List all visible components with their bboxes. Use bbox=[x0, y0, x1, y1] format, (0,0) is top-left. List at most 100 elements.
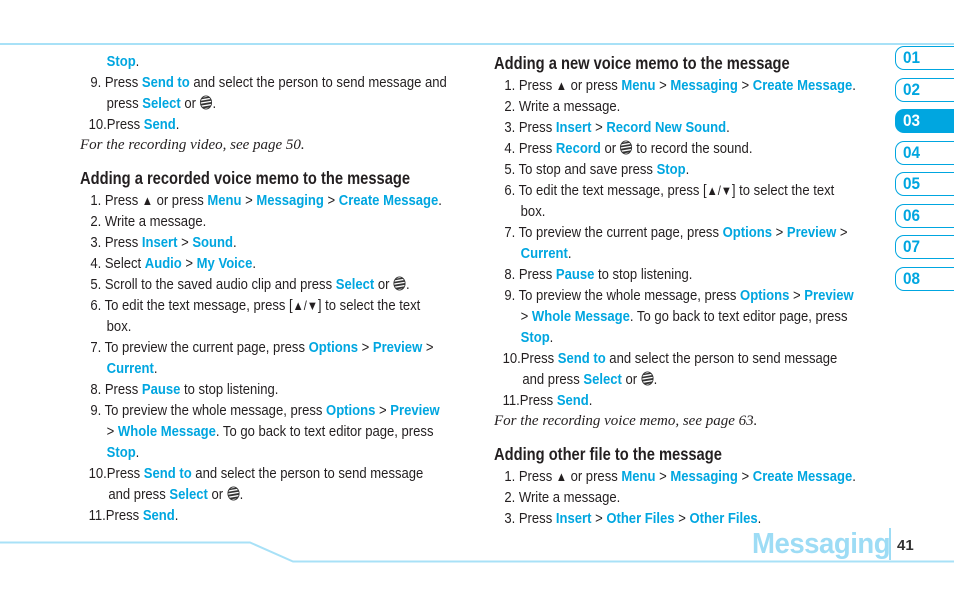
step-text: To preview the whole message, press bbox=[518, 287, 741, 304]
step-text: > bbox=[357, 339, 373, 356]
step-item: 4. Press Record or to record the sound. bbox=[494, 138, 829, 159]
chapter-tab-04[interactable]: 04 bbox=[895, 140, 954, 165]
select-key-icon bbox=[227, 486, 240, 501]
section-heading: Adding a recorded voice memo to the mess… bbox=[80, 168, 411, 188]
up-down-arrow-icon: ▲/▼ bbox=[292, 298, 318, 313]
step-number: 10. bbox=[502, 350, 521, 367]
select-key-icon bbox=[620, 140, 633, 155]
step-text: or press bbox=[566, 77, 622, 94]
step-text: Press bbox=[104, 74, 142, 91]
step-continuation: Stop. bbox=[80, 442, 424, 463]
menu-option-text: Record New Sound bbox=[606, 119, 727, 136]
menu-option-text: Select bbox=[583, 371, 622, 388]
step-item: 10.Press Send to and select the person t… bbox=[80, 463, 424, 484]
menu-option-text: Send to bbox=[143, 465, 192, 482]
step-text: ] to select the text bbox=[317, 297, 421, 314]
step-item: 10.Press Send to and select the person t… bbox=[494, 348, 838, 369]
step-text: and select the person to send message bbox=[191, 465, 424, 482]
menu-option-text: Messaging bbox=[670, 77, 738, 94]
up-arrow-icon: ▲ bbox=[141, 193, 153, 208]
step-text: Write a message. bbox=[104, 213, 207, 230]
step-text: Press bbox=[518, 77, 556, 94]
menu-option-text: Current bbox=[520, 245, 568, 262]
step-list: 1. Press ▲ or press Menu > Messaging > C… bbox=[494, 466, 884, 529]
section-heading: Adding other file to the message bbox=[494, 444, 722, 464]
chapter-tab-07[interactable]: 07 bbox=[895, 235, 954, 259]
step-number: 2. bbox=[90, 213, 105, 230]
step-text: to stop listening. bbox=[594, 266, 693, 283]
menu-option-text: Current bbox=[106, 360, 154, 377]
select-key-icon bbox=[393, 276, 406, 291]
step-continuation: box. bbox=[494, 201, 829, 222]
step-item: 1. Press ▲ or press Menu > Messaging > C… bbox=[494, 466, 856, 487]
step-item: 3. Press Insert > Record New Sound. bbox=[494, 117, 829, 138]
step-text: or bbox=[374, 276, 394, 293]
step-text: . To go back to text editor page, press bbox=[629, 308, 848, 325]
step-continuation: Current. bbox=[494, 243, 829, 264]
step-text: Scroll to the saved audio clip and press bbox=[104, 276, 336, 293]
step-continuation: and press Select or . bbox=[494, 369, 829, 390]
step-text: Press bbox=[104, 234, 142, 251]
step-continuation: and press Select or . bbox=[80, 484, 424, 505]
step-item: 6. To edit the text message, press [▲/▼]… bbox=[80, 295, 424, 316]
step-text: > bbox=[422, 339, 434, 356]
step-continuation: > Whole Message. To go back to text edit… bbox=[80, 421, 434, 442]
menu-option-text: Preview bbox=[390, 402, 440, 419]
menu-option-text: Options bbox=[722, 224, 772, 241]
step-text: Write a message. bbox=[518, 98, 621, 115]
step-text: Press bbox=[106, 465, 144, 482]
step-item: 10.Press Send. bbox=[80, 114, 424, 135]
step-text: or bbox=[600, 140, 620, 157]
step-text: ] to select the text bbox=[731, 182, 835, 199]
menu-option-text: Pause bbox=[141, 381, 181, 398]
step-item: 1. Press ▲ or press Menu > Messaging > C… bbox=[80, 190, 442, 211]
menu-option-text: Send bbox=[142, 507, 175, 524]
step-text: Press bbox=[104, 192, 142, 209]
step-number: 6. bbox=[90, 297, 105, 314]
step-text: > bbox=[836, 224, 848, 241]
step-text: Write a message. bbox=[518, 489, 621, 506]
chapter-tab-label: 06 bbox=[903, 205, 921, 225]
step-number: 4. bbox=[90, 255, 105, 272]
step-text: or bbox=[180, 95, 200, 112]
step-text: press bbox=[106, 95, 143, 112]
chapter-tab-03[interactable]: 03 bbox=[895, 109, 954, 133]
step-text: . bbox=[135, 53, 140, 70]
step-text: . bbox=[588, 392, 593, 409]
chapter-tab-label: 07 bbox=[903, 237, 921, 256]
step-continuation: Stop. bbox=[80, 51, 424, 72]
step-text: Press bbox=[105, 507, 143, 524]
step-text: . bbox=[153, 360, 158, 377]
menu-option-text: Stop bbox=[520, 329, 550, 346]
page-number: 41 bbox=[897, 537, 914, 554]
step-continuation: > Whole Message. To go back to text edit… bbox=[494, 306, 848, 327]
menu-option-text: Preview bbox=[804, 287, 854, 304]
up-down-arrow-icon: ▲/▼ bbox=[706, 183, 732, 198]
step-text: To edit the text message, press [ bbox=[518, 182, 707, 199]
menu-option-text: Select bbox=[169, 486, 208, 503]
step-text: > bbox=[655, 468, 671, 485]
step-text: > bbox=[655, 77, 671, 94]
menu-option-text: Stop bbox=[656, 161, 686, 178]
chapter-tab-05[interactable]: 05 bbox=[895, 172, 954, 196]
step-text: . To go back to text editor page, press bbox=[215, 423, 434, 440]
chapter-tab-01[interactable]: 01 bbox=[895, 46, 954, 70]
step-text: to stop listening. bbox=[180, 381, 279, 398]
step-number: 10. bbox=[88, 116, 107, 133]
step-text: Press bbox=[518, 140, 556, 157]
menu-option-text: Create Message bbox=[752, 77, 853, 94]
step-item: 4. Select Audio > My Voice. bbox=[80, 253, 424, 274]
step-text: Press bbox=[518, 510, 556, 527]
menu-option-text: Options bbox=[308, 339, 358, 356]
step-item: 8. Press Pause to stop listening. bbox=[494, 264, 829, 285]
menu-option-text: Insert bbox=[141, 234, 178, 251]
chapter-tab-06[interactable]: 06 bbox=[895, 203, 954, 228]
step-continuation: Current. bbox=[80, 358, 424, 379]
chapter-tab-08[interactable]: 08 bbox=[895, 266, 954, 291]
menu-option-text: Sound bbox=[192, 234, 233, 251]
step-text: Select bbox=[104, 255, 145, 272]
chapter-tab-02[interactable]: 02 bbox=[895, 77, 954, 102]
menu-option-text: Send to bbox=[141, 74, 190, 91]
section-heading: Adding a new voice memo to the message bbox=[494, 53, 790, 73]
step-number: 7. bbox=[90, 339, 105, 356]
